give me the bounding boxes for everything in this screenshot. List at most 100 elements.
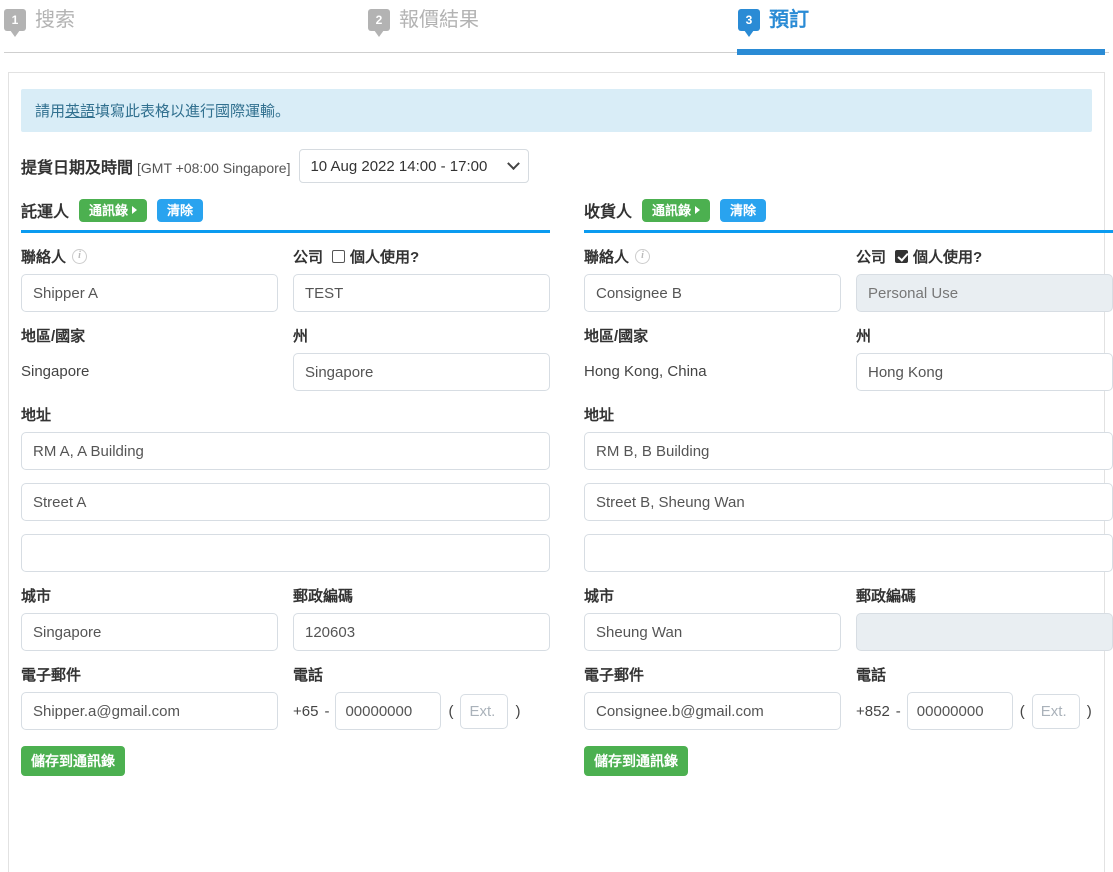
consignee-phone-ext-input[interactable]: Ext. xyxy=(1031,693,1080,729)
consignee-contact-input[interactable]: Consignee B xyxy=(584,274,841,312)
shipper-state-input[interactable]: Singapore xyxy=(293,353,550,391)
shipper-address-line3-field xyxy=(21,534,550,572)
step-label-search: 搜索 xyxy=(35,9,75,31)
chevron-down-icon xyxy=(507,156,521,170)
pickup-datetime-row: 提貨日期及時間 [GMT +08:00 Singapore] 10 Aug 202… xyxy=(21,149,1092,183)
shipper-contact-label-text: 聯絡人 xyxy=(21,248,67,266)
shipper-save-to-address-book-button[interactable]: 儲存到通訊錄 xyxy=(21,746,125,776)
consignee-state-input[interactable]: Hong Kong xyxy=(856,353,1113,391)
consignee-address-row: 地址 RM B, B Building xyxy=(584,404,1113,470)
shipper-address-line1-input[interactable]: RM A, A Building xyxy=(21,432,550,470)
consignee-divider xyxy=(584,230,1113,233)
info-icon[interactable]: i xyxy=(635,248,651,264)
shipper-phone-ext-input[interactable]: Ext. xyxy=(460,693,509,729)
shipper-contact-field: 聯絡人 i Shipper A xyxy=(21,246,278,312)
shipper-contact-company-row: 聯絡人 i Shipper A 公司 個人使用? TEST xyxy=(21,246,550,312)
shipper-region-value: Singapore xyxy=(21,362,90,380)
consignee-city-postal-row: 城市 Sheung Wan 郵政編碼 xyxy=(584,585,1113,651)
step-badge-2: 2 xyxy=(368,9,390,37)
consignee-address-book-label: 通訊錄 xyxy=(652,202,692,218)
consignee-address-line3-field xyxy=(584,534,1113,572)
shipper-clear-button[interactable]: 清除 xyxy=(157,198,204,222)
consignee-company-input: Personal Use xyxy=(856,274,1113,312)
consignee-region-value: Hong Kong, China xyxy=(584,362,707,380)
shipper-personal-use-toggle[interactable]: 個人使用? xyxy=(332,246,419,267)
step-tab-search[interactable]: 1 搜索 xyxy=(4,9,75,37)
consignee-personal-use-toggle[interactable]: 個人使用? xyxy=(895,246,982,267)
consignee-address-book-button[interactable]: 通訊錄 xyxy=(642,198,711,222)
consignee-header: 收貨人 通訊錄 清除 xyxy=(584,197,1113,223)
shipper-address-line3-row xyxy=(21,534,550,572)
consignee-address-line1-input[interactable]: RM B, B Building xyxy=(584,432,1113,470)
consignee-email-input[interactable]: Consignee.b@gmail.com xyxy=(584,692,841,730)
consignee-contact-company-row: 聯絡人 i Consignee B 公司 個人使用? Personal Use xyxy=(584,246,1113,312)
shipper-company-field: 公司 個人使用? TEST xyxy=(293,246,550,312)
shipper-personal-use-label: 個人使用? xyxy=(350,248,420,266)
shipper-city-field: 城市 Singapore xyxy=(21,585,278,651)
consignee-personal-use-checkbox[interactable] xyxy=(895,249,909,263)
shipper-address-field: 地址 RM A, A Building xyxy=(21,404,550,470)
consignee-title: 收貨人 xyxy=(584,204,633,221)
consignee-postal-input xyxy=(856,613,1113,651)
shipper-email-label: 電子郵件 xyxy=(21,666,82,684)
shipper-divider xyxy=(21,230,550,233)
notice-text-before: 請用 xyxy=(35,103,66,120)
consignee-phone-number-input[interactable]: 00000000 xyxy=(906,692,1013,730)
consignee-phone-group: +852 - 00000000 ( Ext. ) xyxy=(856,692,1113,730)
phone-close-paren: ) xyxy=(515,702,521,720)
shipper-address-book-label: 通訊錄 xyxy=(89,202,129,218)
consignee-email-label: 電子郵件 xyxy=(584,666,645,684)
consignee-clear-button[interactable]: 清除 xyxy=(720,198,767,222)
step-tab-booking[interactable]: 3 預訂 xyxy=(738,9,809,37)
phone-dash: - xyxy=(895,702,901,720)
info-icon[interactable]: i xyxy=(72,248,88,264)
consignee-region-field: 地區/國家 Hong Kong, China xyxy=(584,325,841,391)
consignee-company-label: 公司 個人使用? xyxy=(856,246,1113,266)
step-badge-3-number: 3 xyxy=(745,13,753,27)
consignee-city-input[interactable]: Sheung Wan xyxy=(584,613,841,651)
shipper-address-label: 地址 xyxy=(21,406,52,424)
pickup-timezone: [GMT +08:00 Singapore] xyxy=(137,160,291,176)
shipper-email-input[interactable]: Shipper.a@gmail.com xyxy=(21,692,278,730)
shipper-contact-input[interactable]: Shipper A xyxy=(21,274,278,312)
shipper-company-input[interactable]: TEST xyxy=(293,274,550,312)
step-badge-2-number: 2 xyxy=(375,13,383,27)
shipper-state-field: 州 Singapore xyxy=(293,325,550,391)
consignee-personal-use-label: 個人使用? xyxy=(913,248,983,266)
shipper-email-field: 電子郵件 Shipper.a@gmail.com xyxy=(21,664,278,730)
pickup-datetime-select[interactable]: 10 Aug 2022 14:00 - 17:00 xyxy=(299,149,530,183)
shipper-personal-use-checkbox[interactable] xyxy=(332,249,346,263)
notice-language-link[interactable]: 英語 xyxy=(65,103,95,120)
shipper-postal-input[interactable]: 120603 xyxy=(293,613,550,651)
consignee-address-field: 地址 RM B, B Building xyxy=(584,404,1113,470)
consignee-address-label: 地址 xyxy=(584,406,615,424)
consignee-save-to-address-book-button[interactable]: 儲存到通訊錄 xyxy=(584,746,688,776)
steps-active-indicator xyxy=(737,49,1105,55)
shipper-city-input[interactable]: Singapore xyxy=(21,613,278,651)
consignee-region-label: 地區/國家 xyxy=(584,327,649,345)
shipper-region-label: 地區/國家 xyxy=(21,327,86,345)
booking-form-card: 請用英語填寫此表格以進行國際運輸。 提貨日期及時間 [GMT +08:00 Sin… xyxy=(8,72,1113,872)
consignee-city-field: 城市 Sheung Wan xyxy=(584,585,841,651)
consignee-state-field: 州 Hong Kong xyxy=(856,325,1113,391)
step-tab-quote-results[interactable]: 2 報價結果 xyxy=(368,9,479,37)
step-badge-1: 1 xyxy=(4,9,26,37)
consignee-postal-field: 郵政編碼 xyxy=(856,585,1113,651)
shipper-postal-field: 郵政編碼 120603 xyxy=(293,585,550,651)
shipper-company-label-text: 公司 xyxy=(293,248,324,266)
shipper-address-line3-input[interactable] xyxy=(21,534,550,572)
shipper-phone-field: 電話 +65 - 00000000 ( Ext. ) xyxy=(293,664,550,730)
consignee-address-line2-input[interactable]: Street B, Sheung Wan xyxy=(584,483,1113,521)
consignee-address-line3-input[interactable] xyxy=(584,534,1113,572)
consignee-company-field: 公司 個人使用? Personal Use xyxy=(856,246,1113,312)
shipper-region-state-row: 地區/國家 Singapore 州 Singapore xyxy=(21,325,550,391)
shipper-address-line2-input[interactable]: Street A xyxy=(21,483,550,521)
shipper-phone-number-input[interactable]: 00000000 xyxy=(335,692,442,730)
consignee-phone-label: 電話 xyxy=(856,666,887,684)
step-label-quote-results: 報價結果 xyxy=(399,9,479,31)
shipper-phone-country-code: +65 xyxy=(293,702,319,720)
shipper-phone-label: 電話 xyxy=(293,666,324,684)
consignee-contact-label-text: 聯絡人 xyxy=(584,248,630,266)
shipper-address-book-button[interactable]: 通訊錄 xyxy=(79,198,148,222)
consignee-phone-field: 電話 +852 - 00000000 ( Ext. ) xyxy=(856,664,1113,730)
